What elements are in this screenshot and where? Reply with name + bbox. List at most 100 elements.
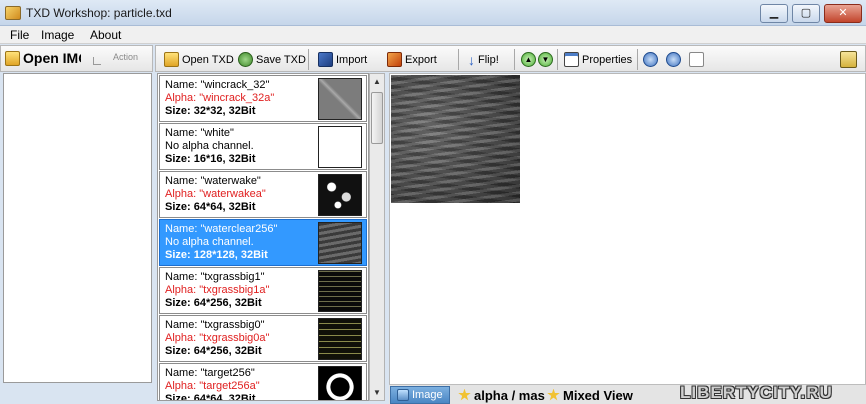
texture-alpha: Alpha: "txgrassbig0a" <box>165 332 270 344</box>
toolbar-separator <box>557 49 558 70</box>
texture-item[interactable]: Name: "target256" Alpha: "target256a" Si… <box>159 363 367 401</box>
texture-name: Name: "wincrack_32" <box>165 79 270 91</box>
texture-item-selected[interactable]: Name: "waterclear256" No alpha channel. … <box>159 219 367 266</box>
texture-alpha: Alpha: "txgrassbig1a" <box>165 284 270 296</box>
texture-size: Size: 64*64, 32Bit <box>165 393 256 401</box>
zoom-out-icon <box>666 52 681 67</box>
zoom-out-button[interactable] <box>666 50 681 69</box>
texture-size: Size: 64*64, 32Bit <box>165 201 256 213</box>
watermark: LIBERTYCITY.RU <box>680 383 833 402</box>
texture-name: Name: "txgrassbig0" <box>165 319 265 331</box>
down-arrow-icon: ▼ <box>538 52 553 67</box>
img-list-panel[interactable] <box>3 73 152 383</box>
texture-name: Name: "waterwake" <box>165 175 261 187</box>
import-button[interactable]: Import <box>318 50 367 69</box>
import-label: Import <box>336 53 368 66</box>
move-up-button[interactable]: ▲ <box>521 50 536 69</box>
export-icon <box>387 52 402 67</box>
menu-bar: File Image About <box>0 26 866 44</box>
menu-file[interactable]: File <box>10 28 29 42</box>
menu-image[interactable]: Image <box>41 28 74 42</box>
zoom-in-button[interactable] <box>643 50 658 69</box>
flip-label: Flip! <box>478 53 499 66</box>
maximize-button[interactable]: ▢ <box>792 4 820 23</box>
texture-alpha: Alpha: "wincrack_32a" <box>165 92 275 104</box>
texture-item[interactable]: Name: "txgrassbig1" Alpha: "txgrassbig1a… <box>159 267 367 314</box>
texture-item[interactable]: Name: "wincrack_32" Alpha: "wincrack_32a… <box>159 75 367 122</box>
close-button[interactable]: ✕ <box>824 4 862 23</box>
image-icon <box>397 389 409 401</box>
arrow-down-icon: ↓ <box>468 51 475 68</box>
move-down-button[interactable]: ▼ <box>538 50 553 69</box>
texture-thumbnail <box>318 222 362 264</box>
up-arrow-icon: ▲ <box>521 52 536 67</box>
toolbar-separator <box>514 49 515 70</box>
texture-alpha: Alpha: "waterwakea" <box>165 188 266 200</box>
texture-alpha: No alpha channel. <box>165 236 254 248</box>
texture-thumbnail <box>318 126 362 168</box>
window-title: TXD Workshop: particle.txd <box>26 6 172 20</box>
title-bar: TXD Workshop: particle.txd ▁ ▢ ✕ <box>0 0 866 26</box>
fit-view-button[interactable] <box>689 50 704 69</box>
texture-thumbnail <box>318 78 362 120</box>
texture-item[interactable]: Name: "white" No alpha channel. Size: 16… <box>159 123 367 170</box>
scroll-up-icon[interactable]: ▲ <box>370 74 384 89</box>
open-txd-button[interactable]: Open TXD <box>164 50 234 69</box>
export-label: Export <box>405 53 437 66</box>
texture-size: Size: 16*16, 32Bit <box>165 153 256 165</box>
folder-icon <box>5 50 20 66</box>
star-icon <box>458 388 471 401</box>
open-txd-label: Open TXD <box>182 53 234 66</box>
toolbar-separator <box>308 49 309 70</box>
tab-mixed-view[interactable]: Mixed View <box>547 386 639 404</box>
texture-name: Name: "white" <box>165 127 234 139</box>
img-toolbar: Open IMG Action <box>0 45 153 72</box>
texture-thumbnail <box>318 174 362 216</box>
texture-name: Name: "txgrassbig1" <box>165 271 265 283</box>
action-label: Action <box>113 52 139 62</box>
zoom-in-icon <box>643 52 658 67</box>
texture-name: Name: "waterclear256" <box>165 223 278 235</box>
texture-item[interactable]: Name: "txgrassbig0" Alpha: "txgrassbig0a… <box>159 315 367 362</box>
open-img-label: Open IMG <box>23 50 81 66</box>
minimize-button[interactable]: ▁ <box>760 4 788 23</box>
texture-thumbnail <box>318 270 362 312</box>
tab-mixed-view-label: Mixed View <box>563 387 633 403</box>
star-icon <box>547 388 560 401</box>
texture-size: Size: 64*256, 32Bit <box>165 345 262 357</box>
fit-view-icon <box>689 52 704 67</box>
save-txd-button[interactable]: Save TXD <box>238 50 306 69</box>
export-button[interactable]: Export <box>387 50 437 69</box>
texture-size: Size: 128*128, 32Bit <box>165 249 268 261</box>
main-toolbar: Open TXD Save TXD Import Export ↓ Flip! … <box>155 45 866 72</box>
texture-preview <box>389 73 866 385</box>
panel-icon <box>840 51 857 68</box>
tab-alpha[interactable]: alpha / mas <box>458 386 554 404</box>
scroll-down-icon[interactable]: ▼ <box>370 385 384 400</box>
tab-image-label: Image <box>412 389 443 401</box>
import-icon <box>318 52 333 67</box>
scroll-thumb[interactable] <box>371 92 383 144</box>
disc-icon <box>238 52 253 67</box>
flip-button[interactable]: ↓ Flip! <box>468 50 499 69</box>
texture-size: Size: 32*32, 32Bit <box>165 105 256 117</box>
folder-icon <box>164 52 179 67</box>
open-img-button[interactable]: Open IMG <box>5 50 81 66</box>
texture-thumbnail <box>318 366 362 400</box>
tab-image[interactable]: Image <box>390 386 450 404</box>
texture-item[interactable]: Name: "waterwake" Alpha: "waterwakea" Si… <box>159 171 367 218</box>
side-panel-button[interactable] <box>840 50 857 69</box>
properties-icon <box>564 52 579 67</box>
texture-alpha: Alpha: "target256a" <box>165 380 260 392</box>
properties-button[interactable]: Properties <box>564 50 632 69</box>
texture-list-scrollbar[interactable]: ▲ ▼ <box>369 73 385 401</box>
menu-about[interactable]: About <box>90 28 121 42</box>
texture-size: Size: 64*256, 32Bit <box>165 297 262 309</box>
texture-thumbnail <box>318 318 362 360</box>
texture-list[interactable]: Name: "wincrack_32" Alpha: "wincrack_32a… <box>157 73 369 401</box>
action-expand-icon[interactable] <box>93 57 101 65</box>
texture-name: Name: "target256" <box>165 367 255 379</box>
toolbar-separator <box>637 49 638 70</box>
texture-alpha: No alpha channel. <box>165 140 254 152</box>
save-txd-label: Save TXD <box>256 53 306 66</box>
